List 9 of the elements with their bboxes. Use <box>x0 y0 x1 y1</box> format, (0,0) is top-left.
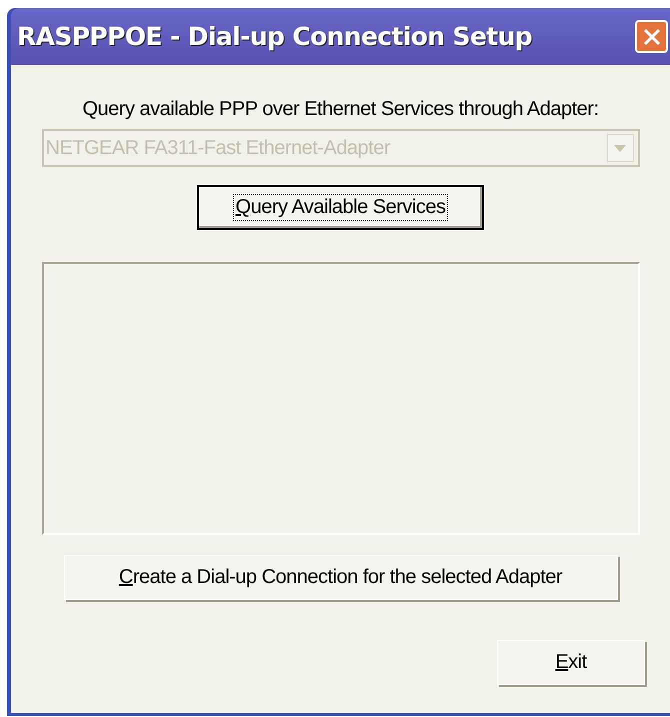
services-list[interactable] <box>42 262 640 535</box>
close-button[interactable] <box>635 20 668 53</box>
dropdown-value: NETGEAR FA311-Fast Ethernet-Adapter <box>46 136 390 161</box>
exit-button[interactable]: Exit <box>497 640 645 685</box>
window-title: RASPPPOE - Dial-up Connection Setup <box>17 20 532 53</box>
close-icon <box>642 28 660 46</box>
adapter-label: Query available PPP over Ethernet Services through Adapter: <box>82 99 598 119</box>
create-connection-button[interactable]: Create a Dial-up Connection for the selected Adapter <box>64 555 618 600</box>
query-button[interactable]: Query Available Services <box>197 185 484 230</box>
